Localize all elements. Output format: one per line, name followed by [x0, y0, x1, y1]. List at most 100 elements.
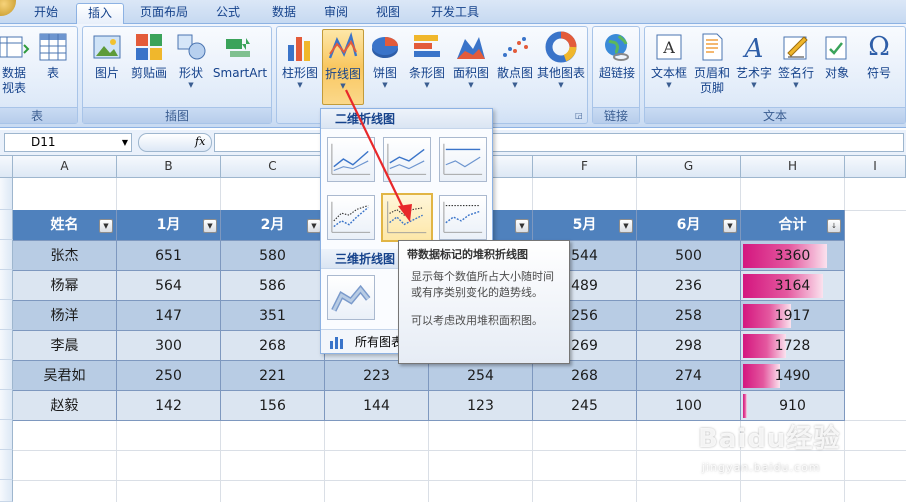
table-cell[interactable]: 223	[325, 361, 429, 391]
table-cell[interactable]: 586	[221, 271, 325, 301]
total-cell[interactable]: 1728	[741, 331, 845, 361]
table-cell[interactable]: 张杰	[13, 241, 117, 271]
table-cell[interactable]: 123	[429, 391, 533, 421]
percent-stacked-line-thumb[interactable]	[439, 137, 487, 182]
other-charts-button[interactable]: 其他图表 ▼	[535, 31, 587, 105]
office-button[interactable]	[0, 0, 16, 16]
tab-data[interactable]: 数据	[262, 3, 306, 24]
table-cell[interactable]: 245	[533, 391, 637, 421]
filter-dropdown-icon[interactable]: ▼	[203, 219, 217, 233]
percent-stacked-line-with-markers-thumb[interactable]	[439, 195, 487, 240]
row-header[interactable]	[0, 178, 13, 210]
column-chart-button[interactable]: 柱形图 ▼	[279, 31, 321, 105]
row-header[interactable]	[0, 480, 13, 502]
total-cell[interactable]: 3360	[741, 241, 845, 271]
table-cell[interactable]: 254	[429, 361, 533, 391]
filter-dropdown-icon[interactable]: ▼	[723, 219, 737, 233]
table-header-cell[interactable]: 2月 ▼	[221, 210, 325, 241]
table-header-cell[interactable]: 6月 ▼	[637, 210, 741, 241]
table-cell[interactable]: 351	[221, 301, 325, 331]
filter-dropdown-icon[interactable]: ▼	[99, 219, 113, 233]
tab-view[interactable]: 视图	[366, 3, 410, 24]
table-cell[interactable]: 580	[221, 241, 325, 271]
table-cell[interactable]: 100	[637, 391, 741, 421]
column-header-c[interactable]: C	[221, 156, 325, 178]
table-header-cell[interactable]: 1月 ▼	[117, 210, 221, 241]
row-header[interactable]	[0, 240, 13, 270]
shapes-button[interactable]: 形状 ▼	[171, 31, 211, 105]
table-cell[interactable]: 250	[117, 361, 221, 391]
row-header[interactable]	[0, 210, 13, 240]
total-cell[interactable]: 1490	[741, 361, 845, 391]
column-header-g[interactable]: G	[637, 156, 741, 178]
table-cell[interactable]: 564	[117, 271, 221, 301]
tab-insert[interactable]: 插入	[76, 3, 124, 25]
column-header-b[interactable]: B	[117, 156, 221, 178]
formula-input[interactable]	[214, 133, 904, 152]
line-with-markers-thumb[interactable]	[327, 195, 375, 240]
column-header-i[interactable]: I	[845, 156, 906, 178]
pivot-table-button[interactable]: 数据 视表	[0, 31, 31, 105]
name-box[interactable]: D11 ▼	[4, 133, 132, 152]
insert-function-icon[interactable]: fx	[195, 135, 205, 148]
pie-chart-button[interactable]: 饼图 ▼	[365, 31, 405, 105]
charts-dialog-launcher-icon[interactable]: ◲	[575, 111, 584, 120]
row-header[interactable]	[0, 330, 13, 360]
tab-developer[interactable]: 开发工具	[420, 3, 490, 24]
table-cell[interactable]: 147	[117, 301, 221, 331]
column-header-f[interactable]: F	[533, 156, 637, 178]
smartart-button[interactable]: SmartArt	[211, 31, 269, 105]
area-chart-button[interactable]: 面积图 ▼	[449, 31, 493, 105]
table-cell[interactable]: 李晨	[13, 331, 117, 361]
filter-dropdown-icon[interactable]: ▼	[515, 219, 529, 233]
table-header-cell[interactable]: 姓名 ▼	[13, 210, 117, 241]
wordart-button[interactable]: A 艺术字 ▼	[733, 31, 775, 105]
row-header[interactable]	[0, 360, 13, 390]
table-header-cell[interactable]: 5月 ▼	[533, 210, 637, 241]
table-cell[interactable]: 赵毅	[13, 391, 117, 421]
table-cell[interactable]: 杨幂	[13, 271, 117, 301]
column-header-h[interactable]: H	[741, 156, 845, 178]
stacked-line-with-markers-thumb[interactable]	[381, 193, 433, 242]
tab-formulas[interactable]: 公式	[206, 3, 250, 24]
hyperlink-button[interactable]: 超链接	[595, 31, 639, 105]
signature-line-button[interactable]: 签名行 ▼	[775, 31, 817, 105]
bar-chart-button[interactable]: 条形图 ▼	[405, 31, 449, 105]
column-header-a[interactable]: A	[13, 156, 117, 178]
table-cell[interactable]: 236	[637, 271, 741, 301]
table-button[interactable]: 表	[35, 31, 71, 105]
line-chart-button[interactable]: 折线图 ▼	[322, 29, 364, 105]
table-cell[interactable]: 268	[533, 361, 637, 391]
clipart-button[interactable]: 剪贴画	[127, 31, 171, 105]
tab-home[interactable]: 开始	[24, 3, 68, 24]
total-cell[interactable]: 1917	[741, 301, 845, 331]
row-header[interactable]	[0, 390, 13, 420]
row-header[interactable]	[0, 300, 13, 330]
table-cell[interactable]: 298	[637, 331, 741, 361]
3d-line-thumb[interactable]	[327, 275, 375, 320]
table-cell[interactable]: 156	[221, 391, 325, 421]
table-cell[interactable]: 142	[117, 391, 221, 421]
table-cell[interactable]: 杨洋	[13, 301, 117, 331]
table-cell[interactable]: 274	[637, 361, 741, 391]
object-button[interactable]: 对象	[817, 31, 857, 105]
filter-dropdown-icon[interactable]: ▼	[619, 219, 633, 233]
filter-dropdown-icon[interactable]: ▼	[307, 219, 321, 233]
tab-page-layout[interactable]: 页面布局	[132, 3, 196, 24]
name-box-dropdown-icon[interactable]: ▼	[122, 134, 128, 151]
table-cell[interactable]: 651	[117, 241, 221, 271]
table-cell[interactable]: 500	[637, 241, 741, 271]
textbox-button[interactable]: A 文本框 ▼	[647, 31, 691, 105]
total-cell[interactable]: 3164	[741, 271, 845, 301]
table-cell[interactable]: 268	[221, 331, 325, 361]
table-header-cell[interactable]: 合计 ↓	[741, 210, 845, 241]
table-cell[interactable]: 221	[221, 361, 325, 391]
table-cell[interactable]: 144	[325, 391, 429, 421]
table-cell[interactable]: 吴君如	[13, 361, 117, 391]
row-header[interactable]	[0, 450, 13, 480]
table-cell[interactable]: 300	[117, 331, 221, 361]
line-chart-thumb[interactable]	[327, 137, 375, 182]
row-header[interactable]	[0, 270, 13, 300]
tab-review[interactable]: 审阅	[314, 3, 358, 24]
symbol-button[interactable]: Ω 符号	[857, 31, 901, 105]
